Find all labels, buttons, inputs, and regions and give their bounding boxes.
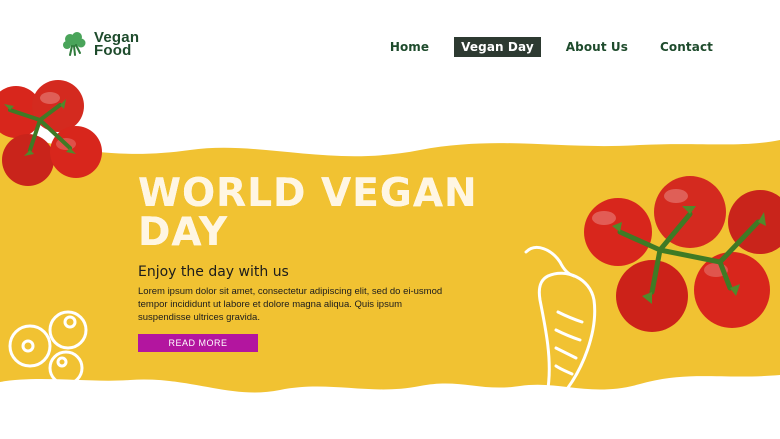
landing-page: Vegan Food Home Vegan Day About Us Conta… [0, 0, 780, 439]
main-nav: Home Vegan Day About Us Contact [383, 37, 720, 57]
hero-title-line2: DAY [138, 210, 229, 255]
hero-title-line1: WORLD VEGAN [138, 171, 478, 216]
hero-title: WORLD VEGAN DAY [138, 174, 498, 252]
nav-vegan-day[interactable]: Vegan Day [454, 37, 541, 57]
nav-home[interactable]: Home [383, 37, 436, 57]
hero-subtitle: Enjoy the day with us [138, 264, 289, 280]
nav-contact[interactable]: Contact [653, 37, 720, 57]
read-more-button[interactable]: READ MORE [138, 334, 258, 352]
yellow-band [0, 128, 780, 393]
tomatoes-top-left [0, 80, 102, 186]
brand-logo[interactable]: Vegan Food [60, 30, 139, 58]
brand-name: Vegan Food [94, 30, 139, 58]
nav-about-us[interactable]: About Us [559, 37, 635, 57]
hero-description: Lorem ipsum dolor sit amet, consectetur … [138, 286, 443, 323]
broccoli-icon [63, 32, 86, 56]
